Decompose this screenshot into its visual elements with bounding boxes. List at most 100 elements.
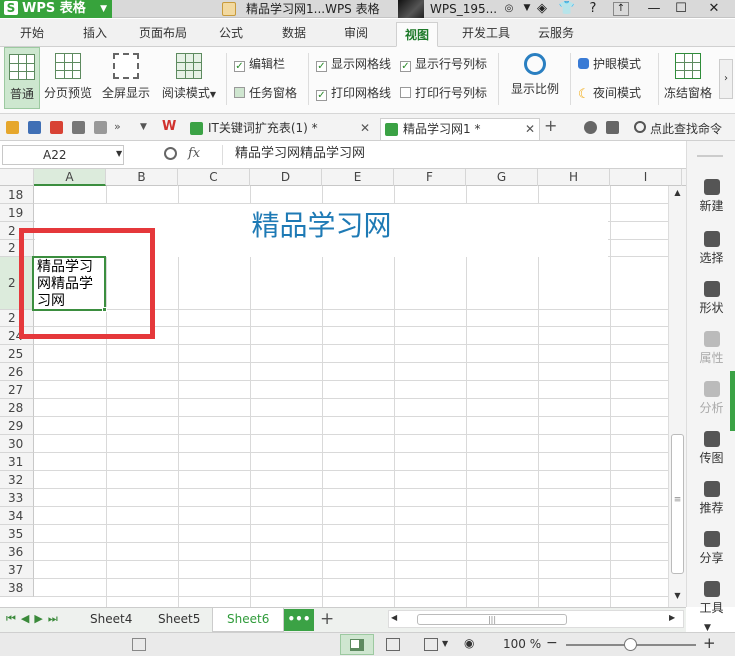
reading-mode-button[interactable]: 阅读模式▼ <box>158 47 220 109</box>
panel-item-toolbox[interactable]: 工具 <box>687 581 735 616</box>
row-header[interactable]: 25 <box>0 345 34 363</box>
minimize-icon[interactable]: — <box>643 0 665 18</box>
column-header-f[interactable]: F <box>394 169 466 186</box>
row-header[interactable]: 36 <box>0 543 34 561</box>
formula-bar-checkbox[interactable]: ✓ 编辑栏 <box>234 57 285 72</box>
horizontal-scrollbar[interactable]: ◀ ||| ▶ <box>388 610 684 628</box>
more-sheets-button[interactable]: ••• <box>284 609 314 631</box>
find-command-search[interactable]: 点此查找命令 <box>650 120 722 137</box>
app-menu-button[interactable]: S WPS 表格 ▼ <box>0 0 112 18</box>
sheet-tab-sheet4[interactable]: Sheet4 <box>90 612 132 626</box>
zoom-slider-thumb[interactable] <box>624 638 637 651</box>
panel-item-share[interactable]: 分享 <box>687 531 735 566</box>
print-preview-icon[interactable] <box>94 121 107 134</box>
eye-protection-status-icon[interactable]: ◉ <box>464 636 474 650</box>
ribbon-scroll-right-icon[interactable]: › <box>719 59 733 99</box>
sheet-tab-sheet6[interactable]: Sheet6 <box>212 608 285 632</box>
macro-record-icon[interactable] <box>132 638 146 651</box>
add-sheet-icon[interactable]: + <box>320 609 334 629</box>
task-pane-checkbox[interactable]: 任务窗格 <box>234 86 297 100</box>
sheet-navigation-icon[interactable]: ⏮◀▶⏭ <box>6 612 63 626</box>
panel-item-image[interactable]: 传图 <box>687 431 735 466</box>
zoom-out-icon[interactable]: − <box>546 635 558 651</box>
page-break-status-icon[interactable] <box>386 638 400 651</box>
row-header[interactable]: 33 <box>0 489 34 507</box>
row-header[interactable]: 34 <box>0 507 34 525</box>
panel-item-analysis[interactable]: 分析 <box>687 381 735 416</box>
zoom-magnifier-icon[interactable] <box>164 147 177 160</box>
row-header[interactable]: 32 <box>0 471 34 489</box>
normal-view-status-button[interactable] <box>340 634 374 655</box>
maximize-icon[interactable]: ☐ <box>670 0 692 18</box>
zoom-in-icon[interactable]: + <box>703 634 716 652</box>
zoom-button[interactable]: 显示比例 <box>506 47 564 109</box>
row-header[interactable]: 29 <box>0 417 34 435</box>
save-icon[interactable] <box>28 121 41 134</box>
chevron-down-icon[interactable]: ▼ <box>442 639 448 648</box>
chevron-down-icon[interactable]: ▼ <box>140 120 154 134</box>
function-icon[interactable]: fx <box>188 146 200 161</box>
row-header[interactable]: 18 <box>0 186 34 204</box>
page-break-preview-button[interactable]: 分页预览 <box>43 47 93 109</box>
sheet-tab-sheet5[interactable]: Sheet5 <box>158 612 200 626</box>
column-header-g[interactable]: G <box>466 169 538 186</box>
help-icon[interactable]: ? <box>582 0 604 18</box>
wps-w-icon[interactable]: W <box>162 120 178 134</box>
doc-tab-active[interactable]: 精品学习网1 * ✕ <box>380 118 540 140</box>
collapse-ribbon-icon[interactable]: ↑ <box>613 2 629 16</box>
full-screen-button[interactable]: 全屏显示 <box>100 47 152 109</box>
show-gridlines-checkbox[interactable]: ✓ 显示网格线 <box>316 57 391 72</box>
open-folder-icon[interactable] <box>6 121 19 134</box>
column-header-d[interactable]: D <box>250 169 322 186</box>
row-header[interactable]: 37 <box>0 561 34 579</box>
row-header[interactable]: 19 <box>0 204 34 222</box>
chevron-down-icon[interactable]: ▼ <box>116 149 122 158</box>
tab-data[interactable]: 数据 <box>282 24 306 41</box>
row-header[interactable]: 30 <box>0 435 34 453</box>
close-icon[interactable]: ✕ <box>703 0 725 18</box>
tab-start[interactable]: 开始 <box>20 24 44 41</box>
night-mode-button[interactable]: ☾ 夜间模式 <box>578 86 641 101</box>
scroll-left-icon[interactable]: ◀ <box>391 613 397 622</box>
export-pdf-icon[interactable] <box>50 121 63 134</box>
panel-item-shape[interactable]: 形状 <box>687 281 735 316</box>
panel-item-property[interactable]: 属性 <box>687 331 735 366</box>
row-header[interactable]: 26 <box>0 363 34 381</box>
row-header[interactable]: 27 <box>0 381 34 399</box>
column-header-i[interactable]: I <box>610 169 682 186</box>
close-icon[interactable]: ✕ <box>360 118 370 138</box>
select-all-corner[interactable] <box>0 169 34 186</box>
formula-input[interactable]: 精品学习网精品学习网 <box>222 145 684 165</box>
panel-item-select[interactable]: 选择 <box>687 231 735 266</box>
tab-review[interactable]: 审阅 <box>344 24 368 41</box>
spreadsheet-grid[interactable]: ABCDEFGHI 18 19 2 2 2 2 24 25 26 27 28 29 30 31 32 33 34… <box>0 169 686 607</box>
normal-view-button[interactable]: 普通 <box>4 47 40 109</box>
freeze-panes-button[interactable]: 冻结窗格 <box>662 47 714 109</box>
panel-item-new[interactable]: 新建 <box>687 179 735 214</box>
column-header-e[interactable]: E <box>322 169 394 186</box>
print-icon[interactable] <box>72 121 85 134</box>
cloud-icon[interactable] <box>584 121 597 134</box>
tab-formula[interactable]: 公式 <box>219 24 243 41</box>
scroll-right-icon[interactable]: ▶ <box>669 613 675 622</box>
close-icon[interactable]: ✕ <box>525 119 535 139</box>
column-header-a[interactable]: A <box>34 169 106 186</box>
tab-view[interactable]: 视图 <box>396 22 439 47</box>
tab-insert[interactable]: 插入 <box>83 24 107 41</box>
scroll-thumb[interactable]: ||| <box>417 614 567 625</box>
new-tab-icon[interactable]: + <box>544 118 560 134</box>
scroll-up-icon[interactable]: ▲ <box>669 186 686 200</box>
history-icon[interactable] <box>606 121 619 134</box>
doc-tab[interactable]: IT关键词扩充表(1) * ✕ <box>186 118 374 140</box>
tab-developer[interactable]: 开发工具 <box>462 24 510 41</box>
tab-cloud[interactable]: 云服务 <box>538 24 574 41</box>
row-header[interactable]: 38 <box>0 579 34 597</box>
column-header-c[interactable]: C <box>178 169 250 186</box>
sync-icon[interactable]: ◈ <box>531 0 553 18</box>
shirt-icon[interactable]: 👕 <box>556 0 578 18</box>
eye-protection-button[interactable]: 护眼模式 <box>578 57 641 71</box>
print-gridlines-checkbox[interactable]: ✓ 打印网格线 <box>316 86 391 101</box>
show-headings-checkbox[interactable]: ✓ 显示行号列标 <box>400 57 487 72</box>
row-header[interactable]: 35 <box>0 525 34 543</box>
scroll-down-icon[interactable]: ▼ <box>669 589 686 603</box>
